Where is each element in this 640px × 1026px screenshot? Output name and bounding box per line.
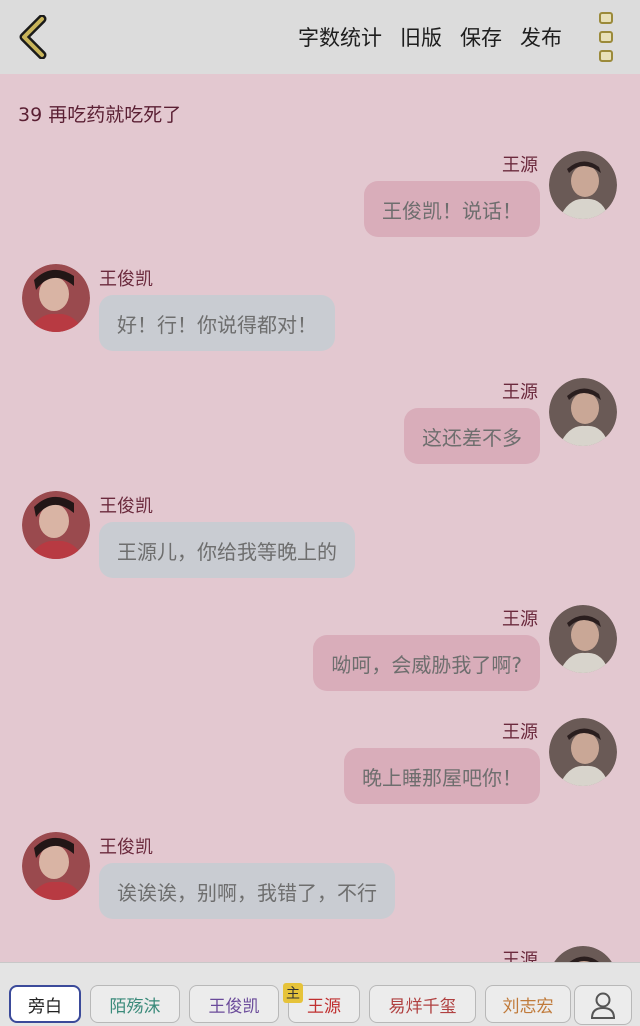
sender-name: 王源 [502,950,538,962]
role-label: 陌殇沫 [109,996,161,1017]
avatar-wangyuan[interactable] [549,605,617,673]
role-moshangmo[interactable]: 陌殇沫 [90,985,180,1023]
top-actions: 字数统计 旧版 保存 发布 [298,0,562,74]
message-bubble[interactable]: 诶诶诶，别啊，我错了，不行 [99,863,395,919]
role-label: 王俊凯 [208,996,260,1017]
message-bubble[interactable]: 好！行！你说得都对！ [99,295,335,351]
role-narrator[interactable]: 旁白 [9,985,81,1023]
role-wangjunkai[interactable]: 王俊凯 [189,985,279,1023]
avatar-wangjunkai[interactable] [22,264,90,332]
avatar-wangyuan[interactable] [549,718,617,786]
message-bubble[interactable]: 呦呵，会威胁我了啊? [313,635,540,691]
avatar-wangyuan[interactable] [549,151,617,219]
avatar-wangyuan[interactable] [549,946,617,962]
menu-dot [599,31,613,43]
message-bubble[interactable]: 晚上睡那屋吧你！ [344,748,540,804]
chapter-title[interactable]: 39 再吃药就吃死了 [18,100,181,127]
avatar-wangjunkai[interactable] [22,491,90,559]
role-label: 王源 [307,996,341,1017]
add-role-button[interactable] [574,985,632,1025]
top-bar: 字数统计 旧版 保存 发布 [0,0,640,74]
role-label: 旁白 [28,996,62,1017]
sender-name: 王源 [502,155,538,176]
main-role-badge: 主 [283,983,303,1003]
word-count-button[interactable]: 字数统计 [298,22,382,52]
vertical-menu-icon[interactable] [594,12,618,62]
chat-content[interactable]: 39 再吃药就吃死了 王源 王俊凯！说话！ 王俊凯 好！行！你说得都对！ 王源 … [0,74,640,962]
menu-dot [599,12,613,24]
avatar-wangjunkai[interactable] [22,832,90,900]
message-bubble[interactable]: 这还差不多 [404,408,540,464]
avatar-wangyuan[interactable] [549,378,617,446]
role-yiyangqianxi[interactable]: 易烊千玺 [369,985,476,1023]
role-label: 刘志宏 [502,996,554,1017]
publish-button[interactable]: 发布 [520,22,562,52]
old-version-button[interactable]: 旧版 [400,22,442,52]
role-selector-bar: 旁白 陌殇沫 王俊凯 王源 主 易烊千玺 刘志宏 [0,962,640,1026]
sender-name: 王俊凯 [99,269,153,290]
sender-name: 王源 [502,722,538,743]
user-icon [590,992,616,1019]
menu-dot [599,50,613,62]
sender-name: 王俊凯 [99,837,153,858]
save-button[interactable]: 保存 [460,22,502,52]
sender-name: 王源 [502,609,538,630]
sender-name: 王源 [502,382,538,403]
back-button[interactable] [12,14,52,60]
role-label: 易烊千玺 [388,996,457,1017]
sender-name: 王俊凯 [99,496,153,517]
role-liuzhihong[interactable]: 刘志宏 [485,985,571,1023]
message-bubble[interactable]: 王俊凯！说话！ [364,181,540,237]
chevron-left-icon [19,15,47,59]
message-bubble[interactable]: 王源儿，你给我等晚上的 [99,522,355,578]
